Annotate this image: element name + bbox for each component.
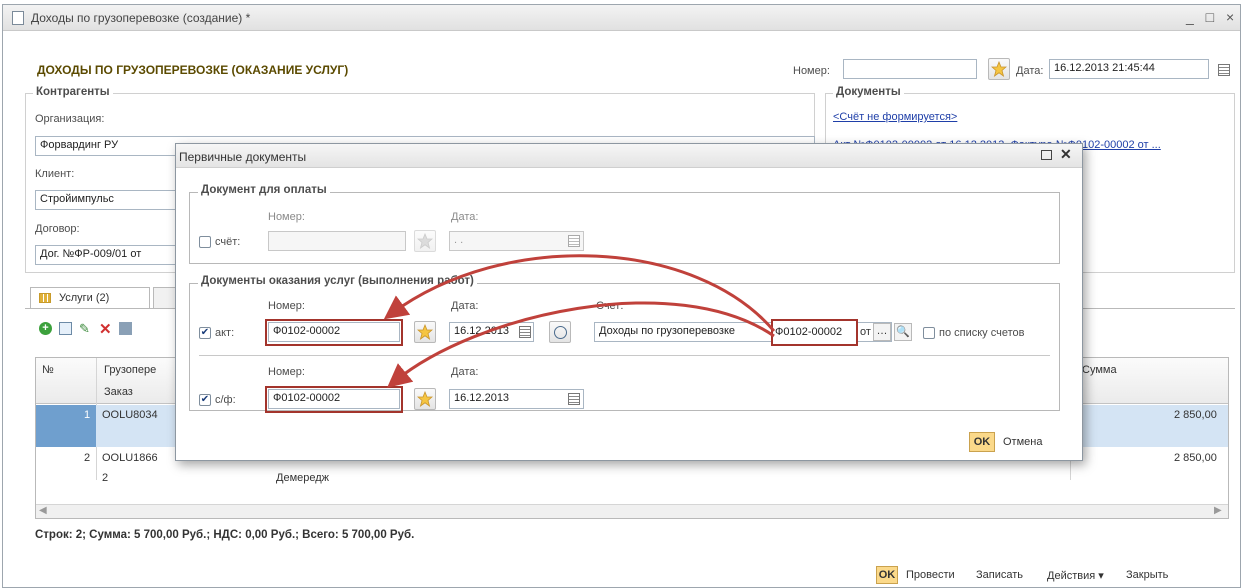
- scroll-right-icon[interactable]: ▶: [1214, 505, 1222, 516]
- add-icon[interactable]: +: [39, 322, 52, 335]
- copy-icon[interactable]: [59, 322, 72, 335]
- row-sum: 2 850,00: [1174, 452, 1217, 464]
- arrow-to-act-number: [383, 254, 776, 332]
- save-icon[interactable]: [119, 322, 132, 335]
- favorite-star-button[interactable]: [988, 58, 1010, 80]
- title-bar: Доходы по грузоперевозке (создание) * _ …: [3, 5, 1240, 31]
- documents-title: Документы: [833, 86, 904, 98]
- number-input[interactable]: [843, 59, 977, 79]
- star-icon: [991, 61, 1007, 77]
- row-num: 1: [84, 409, 91, 421]
- annotation-arrows: [383, 254, 776, 388]
- row-code: OOLU1866: [102, 452, 158, 464]
- header-cargo[interactable]: Грузопере: [104, 364, 156, 376]
- document-icon: [12, 11, 24, 25]
- scroll-left-icon[interactable]: ◀: [39, 505, 47, 516]
- contract-input[interactable]: Дог. №ФР-009/01 от: [35, 245, 195, 265]
- form-heading: ДОХОДЫ ПО ГРУЗОПЕРЕВОЗКЕ (ОКАЗАНИЕ УСЛУГ…: [37, 63, 349, 77]
- post-button[interactable]: Провести: [906, 569, 955, 581]
- contragents-title: Контрагенты: [33, 86, 113, 98]
- window-title: Доходы по грузоперевозке (создание) *: [31, 11, 251, 25]
- contract-label: Договор:: [35, 223, 80, 235]
- date-input[interactable]: 16.12.2013 21:45:44: [1049, 59, 1209, 79]
- row-num: 2: [84, 452, 91, 464]
- tab-services-label: Услуги (2): [59, 292, 110, 304]
- row-code: OOLU8034: [102, 409, 158, 421]
- bottom-ok-button[interactable]: OK: [876, 566, 898, 584]
- date-label: Дата:: [1016, 65, 1044, 77]
- row-sum: 2 850,00: [1174, 409, 1217, 421]
- header-order[interactable]: Заказ: [104, 386, 133, 398]
- delete-icon[interactable]: ✕: [99, 320, 112, 338]
- actions-button[interactable]: Действия ▾: [1047, 569, 1104, 582]
- client-label: Клиент:: [35, 168, 75, 180]
- tab-second[interactable]: [153, 287, 177, 309]
- arrow-to-sf-number: [387, 301, 775, 388]
- edit-icon[interactable]: ✎: [79, 322, 92, 335]
- tab-services[interactable]: Услуги (2): [30, 287, 150, 309]
- invoice-link[interactable]: <Счёт не формируется>: [833, 111, 957, 123]
- header-num[interactable]: №: [42, 364, 54, 376]
- org-label: Организация:: [35, 113, 105, 125]
- save-button[interactable]: Записать: [976, 569, 1023, 581]
- row-service: Демередж: [276, 472, 330, 484]
- primary-docs-dialog: Первичные документы ✕ Документ для оплат…: [175, 143, 1083, 461]
- close-button[interactable]: Закрыть: [1126, 569, 1168, 581]
- horizontal-scrollbar[interactable]: ◀ ▶: [36, 504, 1228, 518]
- totals-text: Строк: 2; Сумма: 5 700,00 Руб.; НДС: 0,0…: [35, 529, 415, 541]
- client-input[interactable]: Стройимпульс: [35, 190, 195, 210]
- header-sum[interactable]: Сумма: [1082, 364, 1117, 376]
- window-controls[interactable]: _ □ ×: [1186, 9, 1238, 25]
- calendar-icon[interactable]: [1218, 64, 1230, 76]
- number-label: Номер:: [793, 65, 830, 77]
- row-sub: 2: [102, 472, 109, 484]
- table-icon: [39, 293, 51, 303]
